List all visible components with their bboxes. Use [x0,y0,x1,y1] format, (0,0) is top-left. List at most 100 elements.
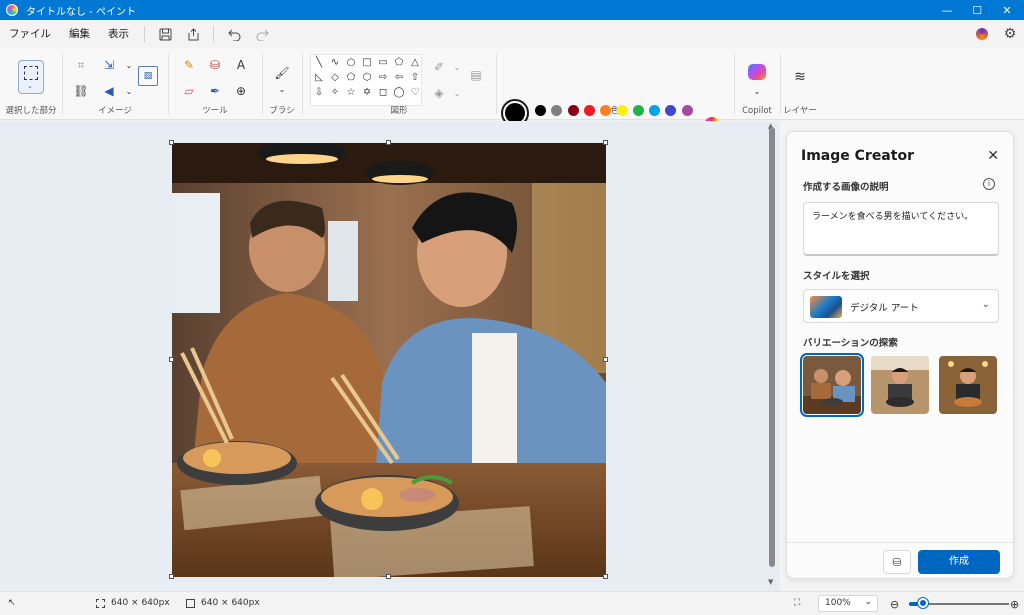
color-swatch[interactable] [616,105,628,116]
credits-icon[interactable]: ⛁ [883,550,911,574]
color-swatch[interactable] [583,105,595,116]
resize-handle-t[interactable] [386,140,391,145]
pointer-icon: ↖ [8,598,16,608]
shape-option-15[interactable]: ✧ [331,87,339,98]
shape-option-13[interactable]: ⇧ [411,72,419,83]
redo-icon[interactable] [248,20,276,48]
resize-handle-l[interactable] [169,357,174,362]
resize-chevron-icon[interactable]: ⌄ [118,54,140,76]
layers-icon[interactable]: ≋ [789,66,811,88]
info-icon[interactable]: i [983,178,995,190]
copilot-icon[interactable] [748,64,766,80]
resize-handle-br[interactable] [603,574,608,579]
brush-chevron-icon[interactable]: ⌄ [271,78,293,100]
account-avatar-icon[interactable] [968,20,996,48]
shape-option-2[interactable]: ○ [347,57,356,68]
fill-bucket-icon[interactable]: ⛁ [204,54,226,76]
undo-icon[interactable] [220,20,248,48]
shape-option-17[interactable]: ✡ [363,87,371,98]
shape-option-20[interactable]: ♡ [411,87,420,98]
resize-icon[interactable]: ⇲ [98,54,120,76]
shape-option-7[interactable]: ◺ [315,72,323,83]
eraser-icon[interactable]: ▱ [178,80,200,102]
color-swatch[interactable] [681,105,693,116]
color-picker-icon[interactable]: ✒ [204,80,226,102]
panel-footer-divider [787,542,1013,543]
shape-option-9[interactable]: ⬠ [347,72,356,83]
vertical-scrollbar[interactable] [769,127,775,567]
pencil-icon[interactable]: ✎ [178,54,200,76]
maximize-button[interactable]: ☐ [960,0,994,20]
zoom-out-icon[interactable]: ⊖ [890,598,899,611]
zoom-select[interactable]: 100% ⌄ [818,595,878,612]
zoom-slider-thumb[interactable] [918,598,928,608]
shape-option-3[interactable]: □ [362,57,371,68]
variation-thumbnail-1[interactable] [800,353,864,417]
menu-view[interactable]: 表示 [99,20,138,48]
color-swatch[interactable] [632,105,644,116]
create-button[interactable]: 作成 [918,550,1000,574]
resize-handle-r[interactable] [603,357,608,362]
settings-gear-icon[interactable]: ⚙ [996,20,1024,48]
selection-rect-icon [24,66,38,80]
shape-option-19[interactable]: ◯ [393,87,404,98]
scroll-down-icon[interactable]: ▼ [768,578,773,586]
group-image: ⌗ ⇲ ⌄ ⛓ ◀ ⌄ ▨ イメージ [62,48,168,120]
fit-to-window-icon[interactable]: ⛶ [794,598,800,608]
close-window-button[interactable]: ✕ [990,0,1024,20]
minimize-button[interactable]: — [930,0,964,20]
resize-handle-b[interactable] [386,574,391,579]
resize-handle-tr[interactable] [603,140,608,145]
canvas-size: 640 × 640px [201,598,260,608]
generated-image[interactable] [172,143,606,577]
shape-option-0[interactable]: ╲ [316,57,322,68]
style-value: デジタル アート [850,303,919,314]
group-selection: ⌄ 選択した部分 [0,48,62,120]
chevron-down-icon: ⌄ [27,82,33,90]
shapes-gallery[interactable]: ╲ ∿ ○ □ ▭ ⬠ △ ◺ ◇ ⬠ ⬡ ⇨ ⇦ ⇧ ⇩ ✧ ☆ ✡ ◻ ◯ ♡ [310,54,422,106]
shape-option-14[interactable]: ⇩ [315,87,323,98]
shape-option-12[interactable]: ⇦ [395,72,403,83]
variation-thumbnail-3[interactable] [939,356,997,414]
close-icon[interactable]: ✕ [987,148,999,164]
shape-option-18[interactable]: ◻ [379,87,387,98]
resize-handle-tl[interactable] [169,140,174,145]
shape-style-icon[interactable]: ▤ [464,64,488,86]
variation-thumbnail-2[interactable] [871,356,929,414]
copilot-chevron-icon[interactable]: ⌄ [746,80,768,102]
menu-separator-2 [213,26,214,42]
shape-option-6[interactable]: △ [411,57,419,68]
group-colors: 色 [496,48,734,120]
shape-option-16[interactable]: ☆ [347,87,356,98]
zoom-value: 100% [825,598,851,608]
save-icon[interactable] [151,20,179,48]
prompt-input[interactable]: ラーメンを食べる男を描いてください。 [803,202,999,256]
color-swatch[interactable] [535,105,546,116]
rotate-icon[interactable]: ◀ [98,80,120,102]
group-label-layers: レイヤー [783,106,817,116]
color-swatch[interactable] [567,105,579,116]
share-icon[interactable] [179,20,207,48]
magnifier-icon[interactable]: ⊕ [230,80,252,102]
shape-option-1[interactable]: ∿ [331,57,339,68]
primary-color-swatch[interactable] [501,99,529,127]
selection-size: 640 × 640px [111,598,170,608]
menu-file[interactable]: ファイル [0,20,60,48]
crop-icon[interactable]: ⌗ [70,54,92,76]
style-dropdown[interactable]: デジタル アート ⌄ [803,289,999,323]
shape-option-8[interactable]: ◇ [331,72,339,83]
shape-option-10[interactable]: ⬡ [363,72,372,83]
text-icon[interactable]: A [230,54,252,76]
shape-option-5[interactable]: ⬠ [395,57,404,68]
canvas-size-icon [186,598,195,608]
resize-handle-bl[interactable] [169,574,174,579]
shape-option-4[interactable]: ▭ [378,57,387,68]
rotate-chevron-icon[interactable]: ⌄ [118,80,140,102]
shape-option-11[interactable]: ⇨ [379,72,387,83]
variations-label: バリエーションの探索 [803,338,898,349]
image-generate-icon[interactable]: ▨ [138,66,158,86]
background-remove-icon[interactable]: ⛓ [70,80,92,102]
menu-edit[interactable]: 編集 [60,20,99,48]
selection-tool-button[interactable]: ⌄ [18,60,44,94]
zoom-in-icon[interactable]: ⊕ [1010,598,1019,611]
